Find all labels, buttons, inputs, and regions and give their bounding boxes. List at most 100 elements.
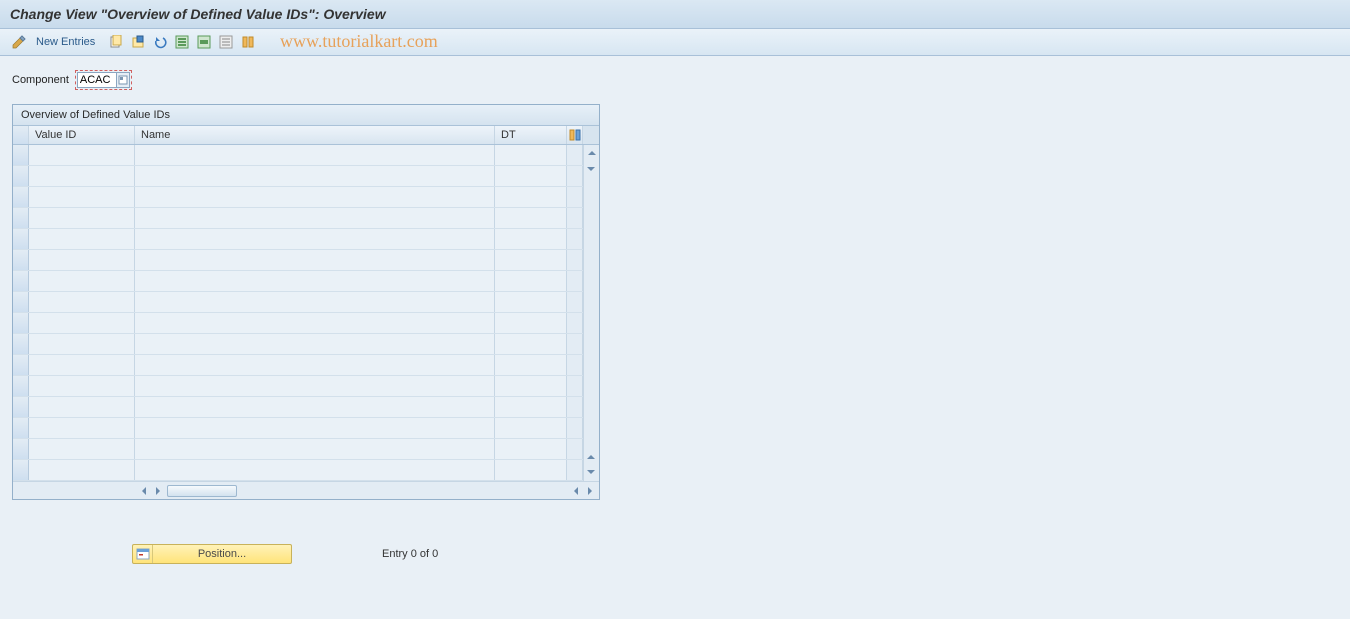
scroll-left-end-icon[interactable] (569, 484, 583, 498)
row-selector[interactable] (13, 271, 29, 291)
delete-icon[interactable] (129, 33, 147, 51)
cell-dt[interactable] (495, 397, 567, 417)
cell-value-id[interactable] (29, 397, 135, 417)
row-selector-header[interactable] (13, 126, 29, 144)
cell-dt[interactable] (495, 418, 567, 438)
row-selector[interactable] (13, 208, 29, 228)
row-selector[interactable] (13, 292, 29, 312)
cell-name[interactable] (135, 145, 495, 165)
cell-name[interactable] (135, 229, 495, 249)
cell-name[interactable] (135, 376, 495, 396)
cell-value-id[interactable] (29, 292, 135, 312)
new-entries-button[interactable]: New Entries (32, 34, 103, 50)
cell-value-id[interactable] (29, 250, 135, 270)
scroll-up-bottom-icon[interactable] (584, 450, 598, 464)
table-row (13, 166, 599, 187)
cell-name[interactable] (135, 334, 495, 354)
cell-dt[interactable] (495, 376, 567, 396)
cell-dt[interactable] (495, 145, 567, 165)
column-header-dt[interactable]: DT (495, 126, 567, 144)
scroll-up-icon[interactable] (585, 146, 599, 160)
cell-name[interactable] (135, 418, 495, 438)
table-row (13, 397, 599, 418)
deselect-all-icon[interactable] (217, 33, 235, 51)
cell-value-id[interactable] (29, 418, 135, 438)
row-selector[interactable] (13, 397, 29, 417)
row-selector[interactable] (13, 418, 29, 438)
row-selector[interactable] (13, 145, 29, 165)
row-selector[interactable] (13, 355, 29, 375)
select-block-icon[interactable] (195, 33, 213, 51)
cell-value-id[interactable] (29, 376, 135, 396)
cell-dt[interactable] (495, 250, 567, 270)
cell-dt[interactable] (495, 313, 567, 333)
cell-name[interactable] (135, 208, 495, 228)
cell-dt[interactable] (495, 208, 567, 228)
copy-as-icon[interactable] (107, 33, 125, 51)
cell-dt[interactable] (495, 166, 567, 186)
cell-value-id[interactable] (29, 334, 135, 354)
table-row (13, 376, 599, 397)
row-selector[interactable] (13, 229, 29, 249)
cell-value-id[interactable] (29, 271, 135, 291)
cell-value-id[interactable] (29, 460, 135, 480)
configuration-icon[interactable] (239, 33, 257, 51)
row-selector[interactable] (13, 376, 29, 396)
column-header-name[interactable]: Name (135, 126, 495, 144)
column-header-value-id[interactable]: Value ID (29, 126, 135, 144)
row-selector[interactable] (13, 166, 29, 186)
horizontal-scroll-thumb[interactable] (167, 485, 237, 497)
cell-value-id[interactable] (29, 166, 135, 186)
cell-dt[interactable] (495, 334, 567, 354)
row-selector[interactable] (13, 439, 29, 459)
cell-name[interactable] (135, 166, 495, 186)
undo-change-icon[interactable] (151, 33, 169, 51)
position-button[interactable]: Position... (132, 544, 292, 564)
cell-scroll-gutter (567, 187, 583, 207)
cell-value-id[interactable] (29, 439, 135, 459)
scroll-right-icon[interactable] (583, 484, 597, 498)
scroll-left-icon[interactable] (137, 484, 151, 498)
table-row (13, 292, 599, 313)
page-title: Change View "Overview of Defined Value I… (10, 6, 386, 22)
cell-name[interactable] (135, 313, 495, 333)
row-selector[interactable] (13, 460, 29, 480)
toggle-change-icon[interactable] (10, 33, 28, 51)
cell-name[interactable] (135, 397, 495, 417)
cell-value-id[interactable] (29, 313, 135, 333)
cell-value-id[interactable] (29, 208, 135, 228)
cell-name[interactable] (135, 187, 495, 207)
cell-name[interactable] (135, 250, 495, 270)
cell-dt[interactable] (495, 187, 567, 207)
cell-name[interactable] (135, 460, 495, 480)
cell-dt[interactable] (495, 439, 567, 459)
component-value-help-icon[interactable] (116, 72, 130, 88)
cell-dt[interactable] (495, 460, 567, 480)
cell-name[interactable] (135, 271, 495, 291)
scroll-down-bottom-icon[interactable] (584, 465, 598, 479)
cell-name[interactable] (135, 439, 495, 459)
scroll-down-icon[interactable] (584, 162, 598, 176)
cell-dt[interactable] (495, 355, 567, 375)
cell-value-id[interactable] (29, 355, 135, 375)
row-selector[interactable] (13, 187, 29, 207)
component-input[interactable] (77, 72, 117, 88)
cell-name[interactable] (135, 355, 495, 375)
component-label: Component (12, 74, 69, 86)
select-all-icon[interactable] (173, 33, 191, 51)
row-selector[interactable] (13, 250, 29, 270)
cell-scroll-gutter (567, 229, 583, 249)
table-settings-icon[interactable] (567, 126, 583, 144)
cell-value-id[interactable] (29, 229, 135, 249)
vertical-scrollbar[interactable] (583, 145, 599, 481)
cell-dt[interactable] (495, 292, 567, 312)
cell-dt[interactable] (495, 229, 567, 249)
row-selector[interactable] (13, 334, 29, 354)
cell-dt[interactable] (495, 271, 567, 291)
horizontal-scrollbar[interactable] (13, 481, 599, 499)
cell-value-id[interactable] (29, 145, 135, 165)
row-selector[interactable] (13, 313, 29, 333)
cell-name[interactable] (135, 292, 495, 312)
scroll-right-inner-icon[interactable] (151, 484, 165, 498)
cell-value-id[interactable] (29, 187, 135, 207)
